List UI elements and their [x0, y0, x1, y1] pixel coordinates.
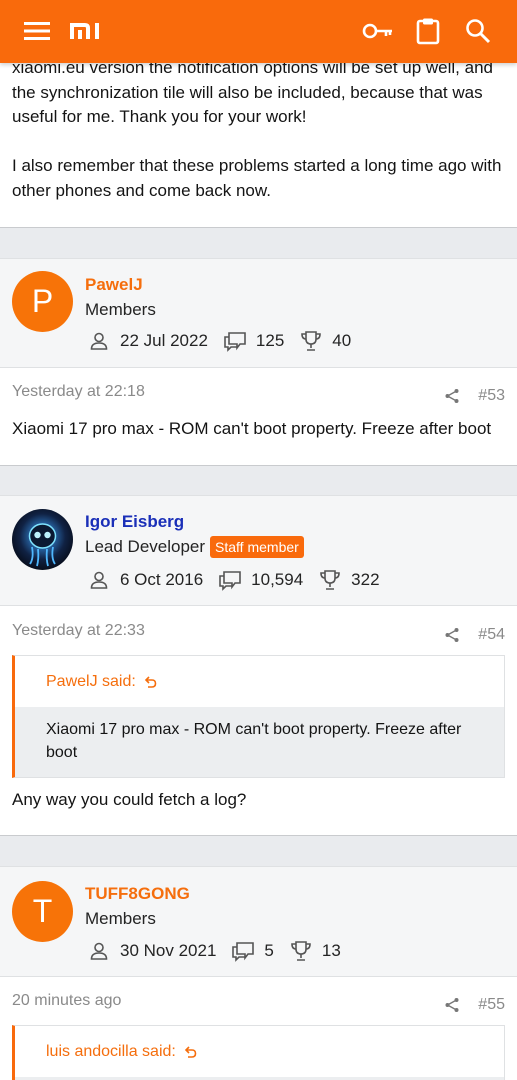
user-stats: 30 Nov 2021 5 13 [87, 940, 356, 962]
message-count: 10,594 [251, 570, 304, 589]
staff-member-badge: Staff member [210, 536, 304, 558]
avatar[interactable] [12, 509, 73, 570]
post-body: Any way you could fetch a log? [12, 790, 247, 809]
message-count: 125 [255, 331, 285, 350]
key-icon[interactable] [361, 14, 395, 48]
trophy-icon [289, 940, 313, 962]
joined-date: 30 Nov 2021 [120, 941, 217, 960]
user-block: P PawelJ Members 22 Jul 2022 125 40 [0, 259, 517, 368]
share-icon[interactable] [442, 625, 462, 645]
quote-text: Xiaomi 17 pro max - ROM can't boot prope… [15, 707, 504, 777]
user-title: Lead Developer Staff member [85, 536, 304, 558]
previous-post-paragraph-2: I also remember that these problems star… [12, 156, 502, 200]
trophy-icon [318, 569, 342, 591]
search-icon[interactable] [461, 14, 495, 48]
skull-avatar-image [28, 523, 57, 567]
post-number[interactable]: #54 [478, 626, 505, 644]
avatar[interactable]: T [12, 881, 73, 942]
joined-date: 6 Oct 2016 [120, 570, 204, 589]
user-title: Members [85, 909, 156, 929]
mi-logo[interactable] [68, 14, 102, 48]
trophy-icon [299, 330, 323, 352]
user-title-text: Lead Developer [85, 537, 206, 556]
clipboard-icon[interactable] [411, 14, 445, 48]
user-icon [87, 569, 111, 591]
post-number[interactable]: #53 [478, 387, 505, 405]
quote-block: luis andocilla said: [12, 1025, 505, 1080]
messages-icon [231, 940, 255, 962]
user-block: Igor Eisberg Lead Developer Staff member … [0, 496, 517, 606]
user-stats: 22 Jul 2022 125 40 [87, 330, 366, 352]
user-title: Members [85, 300, 156, 320]
post-meta-right: #53 [442, 386, 505, 406]
user-block: T TUFF8GONG Members 30 Nov 2021 5 13 [0, 867, 517, 977]
jump-to-quote-icon[interactable] [143, 675, 157, 689]
top-bar [0, 0, 517, 63]
quote-header[interactable]: luis andocilla said: [15, 1026, 504, 1077]
share-icon[interactable] [442, 386, 462, 406]
messages-icon [218, 569, 242, 591]
messages-icon [223, 330, 247, 352]
post-number[interactable]: #55 [478, 996, 505, 1014]
user-stats: 6 Oct 2016 10,594 322 [87, 569, 395, 591]
quote-author[interactable]: luis andocilla said: [46, 1043, 176, 1061]
post-55: T TUFF8GONG Members 30 Nov 2021 5 13 20 … [0, 866, 517, 1080]
quote-header[interactable]: PawelJ said: [15, 656, 504, 707]
reaction-score: 322 [351, 570, 380, 589]
username[interactable]: Igor Eisberg [85, 512, 184, 532]
user-title-text: Members [85, 909, 156, 928]
post-time[interactable]: Yesterday at 22:18 [12, 383, 145, 401]
reaction-score: 13 [321, 941, 341, 960]
joined-date: 22 Jul 2022 [120, 331, 208, 350]
previous-post-body: xiaomi.eu version the notification optio… [0, 56, 517, 228]
message-count: 5 [264, 941, 274, 960]
post-time[interactable]: Yesterday at 22:33 [12, 622, 145, 640]
user-title-text: Members [85, 300, 156, 319]
post-54: Igor Eisberg Lead Developer Staff member … [0, 495, 517, 836]
username[interactable]: PawelJ [85, 275, 143, 295]
username[interactable]: TUFF8GONG [85, 884, 190, 904]
avatar[interactable]: P [12, 271, 73, 332]
reaction-score: 40 [332, 331, 352, 350]
hamburger-menu-icon[interactable] [20, 14, 54, 48]
post-meta-right: #55 [442, 995, 505, 1015]
quote-author[interactable]: PawelJ said: [46, 673, 136, 691]
post-53: P PawelJ Members 22 Jul 2022 125 40 Yest… [0, 258, 517, 466]
previous-post-paragraph-1: xiaomi.eu version the notification optio… [12, 58, 493, 126]
user-icon [87, 940, 111, 962]
post-body: Xiaomi 17 pro max - ROM can't boot prope… [12, 419, 492, 438]
jump-to-quote-icon[interactable] [183, 1045, 197, 1059]
quote-block: PawelJ said: Xiaomi 17 pro max - ROM can… [12, 655, 505, 778]
user-icon [87, 330, 111, 352]
share-icon[interactable] [442, 995, 462, 1015]
post-meta-right: #54 [442, 625, 505, 645]
post-time[interactable]: 20 minutes ago [12, 992, 121, 1010]
